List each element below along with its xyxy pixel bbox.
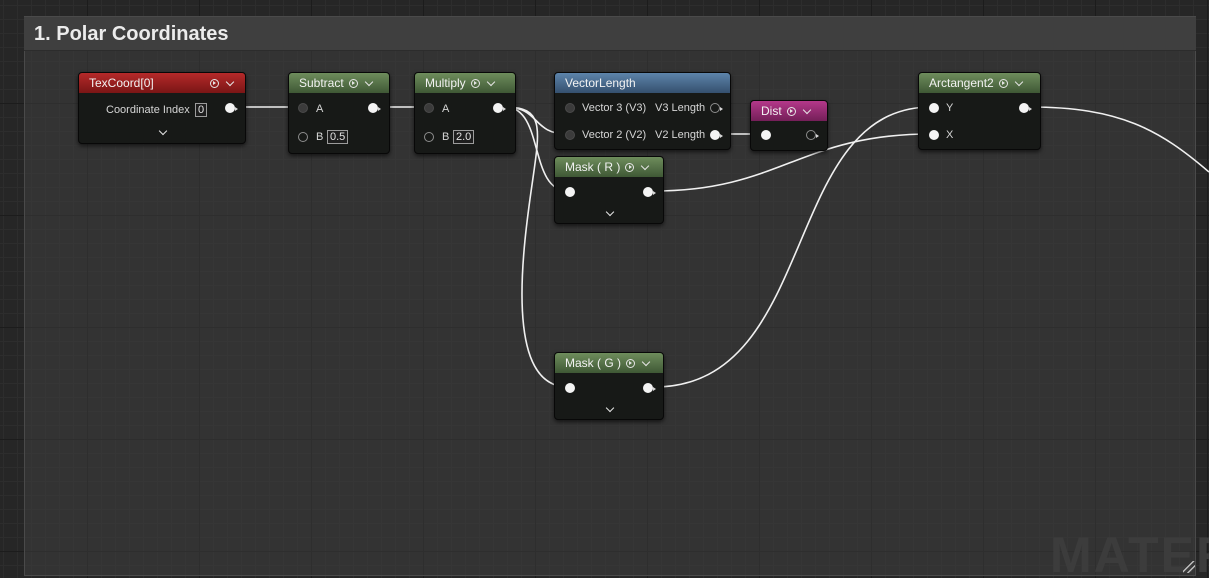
dist-node-title: Dist [761,104,782,118]
preview-play-icon[interactable] [348,78,358,88]
multiply-input-b-pin[interactable] [424,132,434,142]
subtract-node[interactable]: Subtract A B 0.5 [288,72,390,154]
mask-r-input-pin[interactable] [565,187,575,197]
chevron-down-icon[interactable] [486,77,495,86]
multiply-node-header[interactable]: Multiply [415,73,515,93]
preview-play-icon[interactable] [625,162,635,172]
multiply-b-label: B [442,131,450,143]
mask-r-node-header[interactable]: Mask ( R ) [555,157,663,177]
dist-node[interactable]: Dist [750,100,828,151]
vector3-input-pin[interactable] [565,103,575,113]
chevron-down-icon[interactable] [641,161,650,170]
preview-play-icon[interactable] [470,78,480,88]
chevron-down-icon[interactable] [364,77,373,86]
multiply-node[interactable]: Multiply A B 2.0 [414,72,516,154]
preview-play-icon[interactable] [998,78,1008,88]
coordinate-index-label: Coordinate Index [106,104,190,116]
v2-length-label: V2 Length [655,129,706,141]
preview-play-icon[interactable] [786,106,796,116]
subtract-b-label: B [316,131,324,143]
resize-grip-icon[interactable] [1183,561,1195,573]
atan2-output-pin[interactable] [1019,103,1032,113]
mask-g-node-title: Mask ( G ) [565,356,621,370]
subtract-input-a-pin[interactable] [298,103,308,113]
texcoord-output-pin[interactable] [225,103,238,113]
mask-r-node-title: Mask ( R ) [565,160,621,174]
texcoord-node-title: TexCoord[0] [89,76,154,90]
subtract-node-header[interactable]: Subtract [289,73,389,93]
vector2-input-pin[interactable] [565,130,575,140]
multiply-input-a-pin[interactable] [424,103,434,113]
mask-g-output-pin[interactable] [643,383,656,393]
atan2-input-y-pin[interactable] [929,103,939,113]
texcoord-node[interactable]: TexCoord[0] Coordinate Index 0 [78,72,246,144]
vectorlength-node[interactable]: VectorLength Vector 3 (V3) V3 Length Vec… [554,72,731,150]
atan2-y-label: Y [946,102,954,114]
mask-r-output-pin[interactable] [643,187,656,197]
v2-length-output-pin[interactable] [710,130,723,140]
subtract-a-label: A [316,103,324,115]
multiply-a-label: A [442,103,450,115]
subtract-output-pin[interactable] [368,103,381,113]
preview-play-icon[interactable] [626,358,635,368]
atan2-x-label: X [946,129,954,141]
mask-g-node[interactable]: Mask ( G ) [554,352,664,420]
subtract-b-value[interactable]: 0.5 [327,130,349,144]
multiply-b-value[interactable]: 2.0 [453,130,475,144]
atan2-input-x-pin[interactable] [929,130,939,140]
arctangent2-node[interactable]: Arctangent2 Y X [918,72,1041,150]
vectorlength-node-title: VectorLength [565,76,636,90]
expand-chevron-icon[interactable] [158,126,168,136]
subtract-node-title: Subtract [299,76,344,90]
arctangent2-node-header[interactable]: Arctangent2 [919,73,1040,93]
chevron-down-icon[interactable] [1014,77,1023,86]
dist-input-pin[interactable] [761,130,771,140]
chevron-down-icon[interactable] [802,105,811,114]
expand-chevron-icon[interactable] [605,403,615,413]
vector3-input-label: Vector 3 (V3) [582,102,647,114]
dist-output-pin[interactable] [806,130,819,140]
v3-length-output-pin[interactable] [710,103,723,113]
preview-play-icon[interactable] [210,79,219,88]
chevron-down-icon[interactable] [225,77,235,87]
mask-g-input-pin[interactable] [565,383,575,393]
expand-chevron-icon[interactable] [605,207,615,217]
mask-g-node-header[interactable]: Mask ( G ) [555,353,663,373]
graph-canvas[interactable]: 1. Polar Coordinates TexCoord[0] Coordin… [0,0,1209,578]
comment-title[interactable]: 1. Polar Coordinates [24,17,1196,51]
multiply-output-pin[interactable] [493,103,506,113]
arctangent2-node-title: Arctangent2 [929,76,994,90]
vector2-input-label: Vector 2 (V2) [582,129,647,141]
multiply-node-title: Multiply [425,76,466,90]
subtract-input-b-pin[interactable] [298,132,308,142]
texcoord-node-header[interactable]: TexCoord[0] [79,73,245,93]
coordinate-index-value[interactable]: 0 [195,103,208,117]
v3-length-label: V3 Length [655,102,706,114]
dist-node-header[interactable]: Dist [751,101,827,121]
mask-r-node[interactable]: Mask ( R ) [554,156,664,224]
chevron-down-icon[interactable] [641,357,651,366]
vectorlength-node-header[interactable]: VectorLength [555,73,730,93]
